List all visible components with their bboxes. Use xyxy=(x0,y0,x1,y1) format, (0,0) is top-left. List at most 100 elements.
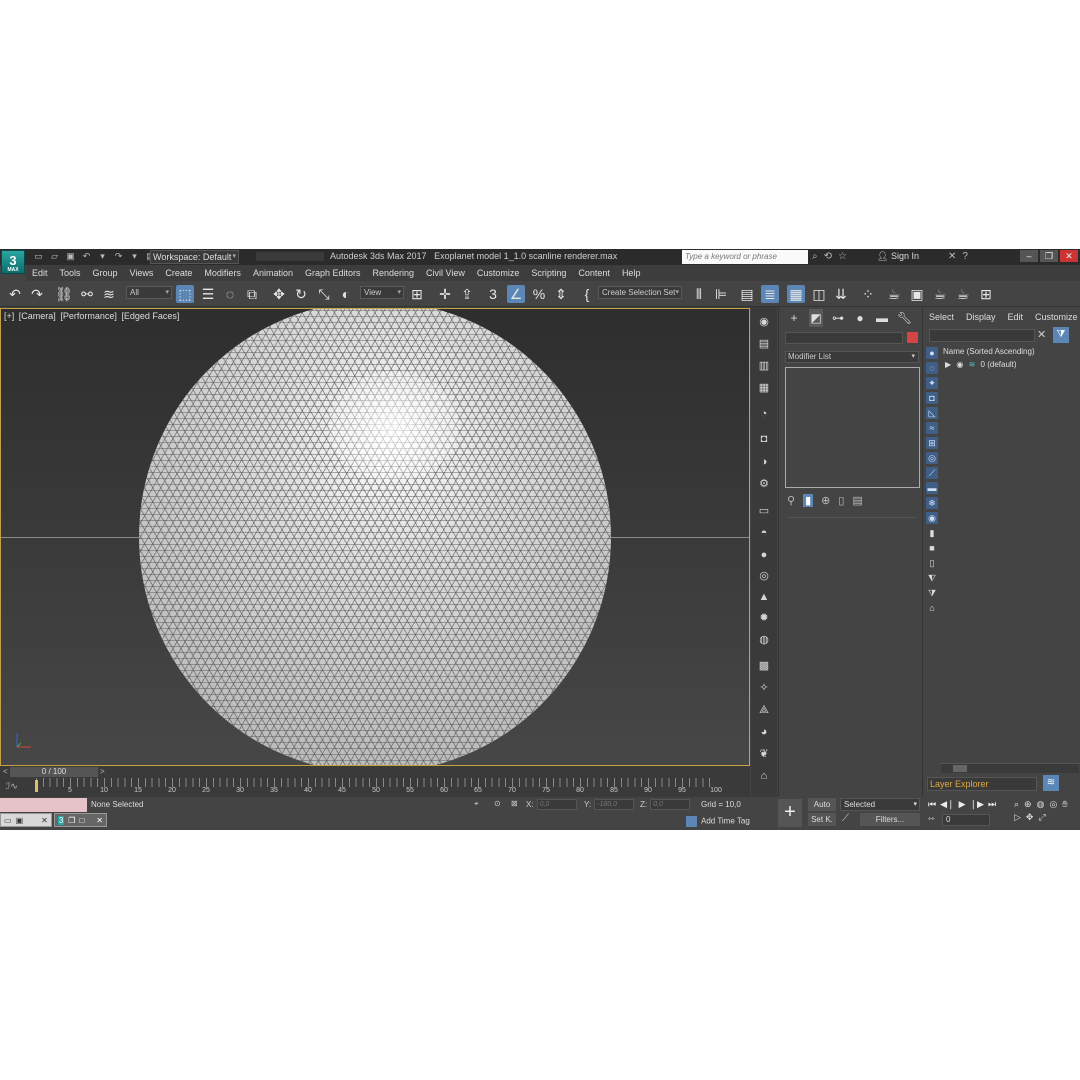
key-mode-toggle-icon[interactable]: ⇿ xyxy=(928,814,935,823)
maximize-icon[interactable]: □ xyxy=(79,816,84,825)
scrollbar-thumb[interactable] xyxy=(953,765,967,772)
x-field[interactable]: 0,0 xyxy=(536,799,577,810)
scene-menu-edit[interactable]: Edit xyxy=(1002,310,1030,324)
hierarchy-tab-icon[interactable]: ⊶ xyxy=(831,309,845,327)
zoom-all-icon[interactable]: ⊕ xyxy=(1024,799,1032,810)
restore-icon[interactable]: ▭ xyxy=(4,816,12,825)
key-mode-icon[interactable]: ⟋ xyxy=(842,813,849,824)
display-all-icon[interactable]: ▮ xyxy=(926,527,938,539)
close-icon[interactable]: ✕ xyxy=(96,816,103,825)
selection-filter-dropdown[interactable]: All ▾ xyxy=(126,286,172,299)
next-key-icon[interactable]: ❘▶ xyxy=(970,799,984,810)
select-object-icon[interactable]: ⬚ xyxy=(176,285,194,303)
geometry-filter-icon[interactable]: ● xyxy=(926,347,938,359)
frozen-filter-icon[interactable]: ❄ xyxy=(926,497,938,509)
viewport-label-menu[interactable]: [+] [Camera] [Performance] [Edged Faces] xyxy=(4,311,181,321)
viewport-point-of-view-menu[interactable]: [Camera] xyxy=(19,311,56,321)
sign-in-button[interactable]: 👤︎ Sign In xyxy=(877,251,919,262)
previous-key-icon[interactable]: ◀❘ xyxy=(940,799,954,810)
move-icon[interactable]: ✥ xyxy=(270,285,288,303)
curve-editor-icon[interactable]: ◫ xyxy=(810,285,828,303)
containers-filter-icon[interactable]: ▬ xyxy=(926,482,938,494)
menu-item-content[interactable]: Content xyxy=(572,265,616,281)
time-slider-thumb[interactable]: 0 / 100 xyxy=(10,767,98,777)
lock-selection-icon[interactable]: ⊙ xyxy=(494,799,501,808)
remove-modifier-icon[interactable]: ▯ xyxy=(838,494,844,507)
close-button[interactable]: ✕ xyxy=(1060,250,1078,262)
binoculars-icon[interactable]: ⌕ xyxy=(812,251,818,262)
show-end-result-icon[interactable]: ▮ xyxy=(803,494,814,507)
restore-icon[interactable]: ❐ xyxy=(68,816,75,825)
search-input[interactable]: Type a keyword or phrase xyxy=(682,250,808,264)
scene-menu-select[interactable]: Select xyxy=(923,310,960,324)
open-file-icon[interactable]: ▱ xyxy=(49,251,60,262)
schematic-view-icon[interactable]: ⇊ xyxy=(832,285,850,303)
utilities-tab-icon[interactable]: 🔧︎ xyxy=(897,309,912,327)
layer-explorer-toggle-icon[interactable]: ≋ xyxy=(1043,775,1059,791)
camera-icon[interactable]: ◘ xyxy=(756,432,772,446)
rotate-icon[interactable]: ↻ xyxy=(292,285,310,303)
object-name-field[interactable] xyxy=(785,332,903,344)
menu-item-civil-view[interactable]: Civil View xyxy=(420,265,471,281)
globe-icon[interactable]: ◕ xyxy=(756,725,772,739)
maxscript-listener[interactable] xyxy=(0,798,87,812)
sync-selection-icon[interactable]: ⧨ xyxy=(926,572,938,584)
lock-cell-icon[interactable]: ⌂ xyxy=(926,602,938,614)
explorer-type-dropdown[interactable]: Layer Explorer xyxy=(927,777,1037,791)
filter-icon[interactable]: ⧩ xyxy=(1053,327,1069,343)
orbit-icon[interactable]: ◍ xyxy=(1037,799,1045,810)
restore-button[interactable]: ❐ xyxy=(1040,250,1058,262)
save-file-icon[interactable]: ▣ xyxy=(65,251,76,262)
communication-icon[interactable]: ⟲ xyxy=(824,251,832,262)
close-icon[interactable]: ✕ xyxy=(41,816,48,825)
maximize-icon[interactable]: ▣ xyxy=(16,816,24,825)
render-production-icon[interactable]: ☕︎ xyxy=(931,285,949,303)
display-none-icon[interactable]: ■ xyxy=(926,542,938,554)
workspace-dropdown[interactable]: Workspace: Default ▾ xyxy=(150,250,239,264)
modifier-stack[interactable] xyxy=(785,367,920,488)
angle-snap-icon[interactable]: ∠ xyxy=(507,285,525,303)
scene-menu-customize[interactable]: Customize xyxy=(1029,310,1080,324)
help-icon[interactable]: ? xyxy=(962,251,968,262)
dropdown-icon[interactable]: ▾ xyxy=(129,251,140,262)
door-icon[interactable]: ⌂ xyxy=(756,769,772,783)
window-crossing-icon[interactable]: ⧉ xyxy=(243,285,261,303)
hidden-filter-icon[interactable]: ◉ xyxy=(926,512,938,524)
named-selection-set-dropdown[interactable]: Create Selection Set ▾ xyxy=(598,286,682,299)
add-time-tag[interactable]: Add Time Tag xyxy=(686,816,750,827)
unlink-icon[interactable]: ⚯ xyxy=(78,285,96,303)
auto-key-button[interactable]: Auto xyxy=(808,798,836,811)
scene-menu-display[interactable]: Display xyxy=(960,310,1002,324)
sun-icon[interactable]: ✹ xyxy=(756,611,772,625)
cameras-filter-icon[interactable]: ◘ xyxy=(926,392,938,404)
list-icon[interactable]: ▥ xyxy=(756,359,772,373)
clear-search-icon[interactable]: ✕ xyxy=(1037,328,1046,341)
particle-icon[interactable]: ✧ xyxy=(756,681,772,695)
lights-filter-icon[interactable]: ✦ xyxy=(926,377,938,389)
viewport-general-menu[interactable]: [+] xyxy=(4,311,14,321)
key-filters-button[interactable]: Filters... xyxy=(860,813,920,826)
zoom-icon[interactable]: ⌕ xyxy=(1014,799,1019,810)
spacewarp-icon[interactable]: ⟁ xyxy=(756,703,772,717)
go-to-end-icon[interactable]: ⏭ xyxy=(988,799,996,810)
minimized-window-2[interactable]: 3 ❐ □ ✕ xyxy=(53,813,107,827)
cone-icon[interactable]: ▲ xyxy=(756,590,772,604)
name-column-header[interactable]: Name (Sorted Ascending) xyxy=(943,347,1035,356)
filter-funnel-icon[interactable]: ⧩ xyxy=(926,587,938,599)
geosphere-icon[interactable]: ◍ xyxy=(756,633,772,647)
camera-viewport[interactable]: [+] [Camera] [Performance] [Edged Faces] xyxy=(0,308,750,766)
lights-icon[interactable]: ◔ xyxy=(756,407,772,421)
menu-item-rendering[interactable]: Rendering xyxy=(367,265,421,281)
configure-modifier-sets-icon[interactable]: ▤ xyxy=(852,494,862,507)
viewport-edges-menu[interactable]: [Edged Faces] xyxy=(121,311,179,321)
visibility-eye-icon[interactable]: ◉ xyxy=(956,360,963,369)
exoplanet-sphere-mesh[interactable] xyxy=(139,309,611,765)
selection-region-icon[interactable]: ◌ xyxy=(221,285,239,303)
percent-snap-icon[interactable]: % xyxy=(530,285,548,303)
previous-frame-icon[interactable]: < xyxy=(3,767,8,776)
pin-stack-icon[interactable]: ⚲ xyxy=(787,494,795,507)
display-tab-icon[interactable]: ▬ xyxy=(875,309,889,327)
plane-icon[interactable]: ▭ xyxy=(756,504,772,518)
modify-tab-icon[interactable]: ◩ xyxy=(809,309,823,327)
current-frame-field[interactable]: 0 xyxy=(942,814,990,826)
